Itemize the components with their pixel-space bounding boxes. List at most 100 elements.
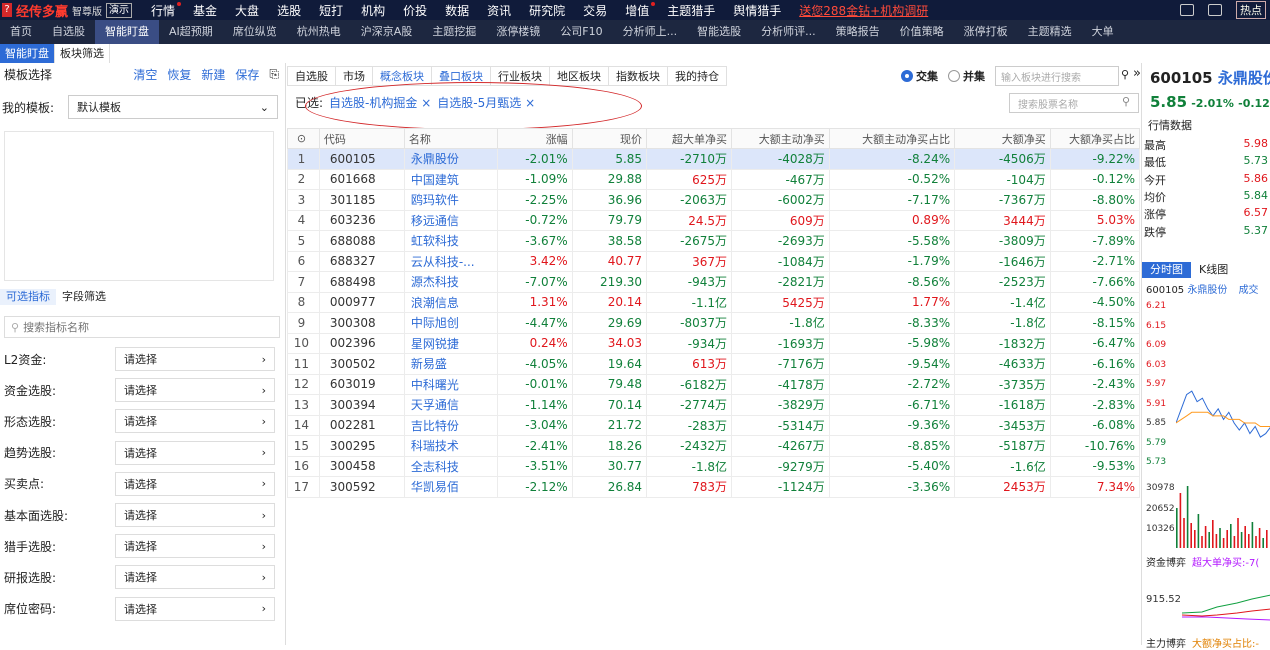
table-row[interactable]: 7 688498 源杰科技 -7.07% 219.30 -943万 -2821万 -8.56%…: [287, 271, 1141, 293]
stock-name[interactable]: 华凯易佰: [403, 476, 499, 498]
table-row[interactable]: 14 002281 吉比特份 -3.04% 21.72 -283万 -5314万 -9.36%…: [287, 414, 1141, 436]
stock-name[interactable]: 虹软科技: [403, 230, 499, 252]
column-header[interactable]: 大额净买占比: [1049, 128, 1141, 149]
indicator-select[interactable]: 请选择 ›: [115, 503, 275, 527]
indicator-select[interactable]: 请选择 ›: [115, 440, 275, 465]
top-menu-item[interactable]: 舆情猎手: [724, 2, 790, 19]
stock-search-input[interactable]: 搜索股票名称: [1009, 93, 1139, 113]
nav-item[interactable]: 大单: [1082, 20, 1124, 44]
top-menu-item[interactable]: 资讯: [478, 2, 520, 19]
tab-intraday[interactable]: 分时图: [1142, 262, 1191, 278]
indicator-select[interactable]: 请选择 ›: [115, 347, 275, 371]
nav-item[interactable]: 公司F10: [550, 20, 612, 44]
top-menu-item[interactable]: 数据: [436, 2, 478, 19]
top-menu-item[interactable]: 机构: [352, 2, 394, 19]
intraday-chart[interactable]: [1176, 299, 1270, 469]
nav-item[interactable]: 策略报告: [826, 20, 890, 44]
export-icon[interactable]: ⎘: [269, 67, 279, 82]
nav-item[interactable]: AI超预期: [159, 20, 223, 44]
nav-item[interactable]: 智能选股: [687, 20, 751, 44]
nav-item[interactable]: 席位纵览: [223, 20, 287, 44]
column-header[interactable]: 现价: [571, 128, 648, 149]
column-header[interactable]: 超大单净买: [646, 128, 733, 149]
indicator-select[interactable]: 请选择 ›: [115, 471, 275, 496]
tab-field-filter[interactable]: 字段筛选: [56, 289, 112, 305]
indicator-select[interactable]: 请选择 ›: [115, 378, 275, 403]
table-row[interactable]: 2 601668 中国建筑 -1.09% 29.88 625万 -467万 -0.52% -10…: [287, 168, 1141, 190]
stock-name[interactable]: 云从科技-...: [403, 250, 499, 272]
block-tab[interactable]: 我的持仓: [667, 66, 727, 86]
nav-item[interactable]: 自选股: [42, 20, 95, 44]
table-row[interactable]: 13 300394 天孚通信 -1.14% 70.14 -2774万 -3829万 -6.71…: [287, 394, 1141, 416]
top-menu-item[interactable]: 研究院: [520, 2, 574, 19]
table-row[interactable]: 16 300458 全志科技 -3.51% 30.77 -1.8亿 -9279万 -5.40%…: [287, 455, 1141, 477]
stock-name[interactable]: 中国建筑: [403, 168, 499, 190]
indicator-select[interactable]: 请选择 ›: [115, 409, 275, 434]
nav-item[interactable]: 分析师评...: [751, 20, 826, 44]
restore-link[interactable]: 恢复: [167, 66, 191, 83]
save-link[interactable]: 保存: [235, 66, 259, 83]
block-tab[interactable]: 自选股: [287, 66, 336, 86]
table-row[interactable]: 6 688327 云从科技-... 3.42% 40.77 367万 -1084万 -1.79…: [287, 250, 1141, 272]
stock-name[interactable]: 新易盛: [403, 353, 499, 375]
radio-union[interactable]: 并集: [948, 68, 985, 84]
column-header[interactable]: 代码: [318, 128, 405, 149]
indicator-search-input[interactable]: [23, 320, 279, 334]
top-menu-item[interactable]: 大盘: [226, 2, 268, 19]
nav-item[interactable]: 智能盯盘: [95, 20, 159, 44]
stock-name[interactable]: 星网锐捷: [403, 332, 499, 354]
stock-name[interactable]: 移远通信: [403, 209, 499, 231]
nav-item[interactable]: 价值策略: [890, 20, 954, 44]
stock-name[interactable]: 中科曙光: [403, 373, 499, 395]
column-header[interactable]: 大额主动净买占比: [828, 128, 956, 149]
top-menu-item[interactable]: 行情: [142, 1, 184, 19]
nav-item[interactable]: 首页: [0, 20, 42, 44]
tab-kline[interactable]: K线图: [1191, 262, 1236, 278]
table-row[interactable]: 4 603236 移远通信 -0.72% 79.79 24.5万 609万 0.89% 3444…: [287, 209, 1141, 231]
top-menu-item[interactable]: 短打: [310, 2, 352, 19]
expand-icon[interactable]: »: [1133, 66, 1141, 81]
stock-name[interactable]: 浪潮信息: [403, 291, 499, 313]
new-link[interactable]: 新建: [201, 66, 225, 83]
demo-badge[interactable]: 演示: [106, 2, 133, 18]
search-icon[interactable]: ⚲: [1121, 68, 1129, 81]
indicator-select[interactable]: 请选择 ›: [115, 596, 275, 621]
top-menu-item[interactable]: 选股: [268, 2, 310, 19]
nav-item[interactable]: 主题精选: [1018, 20, 1082, 44]
top-menu-item[interactable]: 价投: [394, 2, 436, 19]
my-template-select[interactable]: 默认模板 ⌄: [68, 95, 278, 119]
indicator-select[interactable]: 请选择 ›: [115, 565, 275, 590]
stock-name[interactable]: 鸥玛软件: [403, 189, 499, 211]
stock-name[interactable]: 永鼎股份: [403, 148, 499, 170]
table-row[interactable]: 8 000977 浪潮信息 1.31% 20.14 -1.1亿 5425万 1.77% -1.4…: [287, 291, 1141, 313]
table-row[interactable]: 3 301185 鸥玛软件 -2.25% 36.96 -2063万 -6002万 -7.17%…: [287, 189, 1141, 211]
stock-name[interactable]: 科瑞技术: [403, 435, 499, 457]
table-row[interactable]: 10 002396 星网锐捷 0.24% 34.03 -934万 -1693万 -5.98% -…: [287, 332, 1141, 354]
stock-name[interactable]: 吉比特份: [403, 414, 499, 436]
indicator-select[interactable]: 请选择 ›: [115, 534, 275, 559]
subtab[interactable]: 智能盯盘: [0, 44, 55, 63]
block-tab[interactable]: 市场: [335, 66, 373, 86]
promo-link[interactable]: 送您288金钻+机构调研: [790, 2, 937, 19]
column-header[interactable]: 大额净买: [954, 128, 1051, 149]
stock-name[interactable]: 全志科技: [403, 455, 499, 477]
column-header[interactable]: 涨幅: [497, 128, 573, 149]
column-header[interactable]: 名称: [403, 128, 499, 149]
top-menu-item[interactable]: 增值: [616, 1, 658, 19]
column-header[interactable]: 大额主动净买: [731, 128, 830, 149]
subtab[interactable]: 板块筛选: [55, 44, 110, 63]
clear-link[interactable]: 清空: [133, 66, 157, 83]
stock-name[interactable]: 源杰科技: [403, 271, 499, 293]
table-row[interactable]: 12 603019 中科曙光 -0.01% 79.48 -6182万 -4178万 -2.72…: [287, 373, 1141, 395]
nav-item[interactable]: 涨停楼镜: [486, 20, 550, 44]
top-menu-item[interactable]: 基金: [184, 2, 226, 19]
stock-name[interactable]: 中际旭创: [403, 312, 499, 334]
window-icon[interactable]: [1180, 4, 1194, 16]
table-row[interactable]: 11 300502 新易盛 -4.05% 19.64 613万 -7176万 -9.54% -4…: [287, 353, 1141, 375]
nav-item[interactable]: 杭州热电: [287, 20, 351, 44]
nav-item[interactable]: 分析师上...: [613, 20, 688, 44]
table-row[interactable]: 1 600105 永鼎股份 -2.01% 5.85 -2710万 -4028万 -8.24% -…: [287, 148, 1141, 170]
block-tab[interactable]: 指数板块: [608, 66, 668, 86]
hot-button[interactable]: 热点: [1236, 1, 1266, 19]
block-tab[interactable]: 地区板块: [549, 66, 609, 86]
